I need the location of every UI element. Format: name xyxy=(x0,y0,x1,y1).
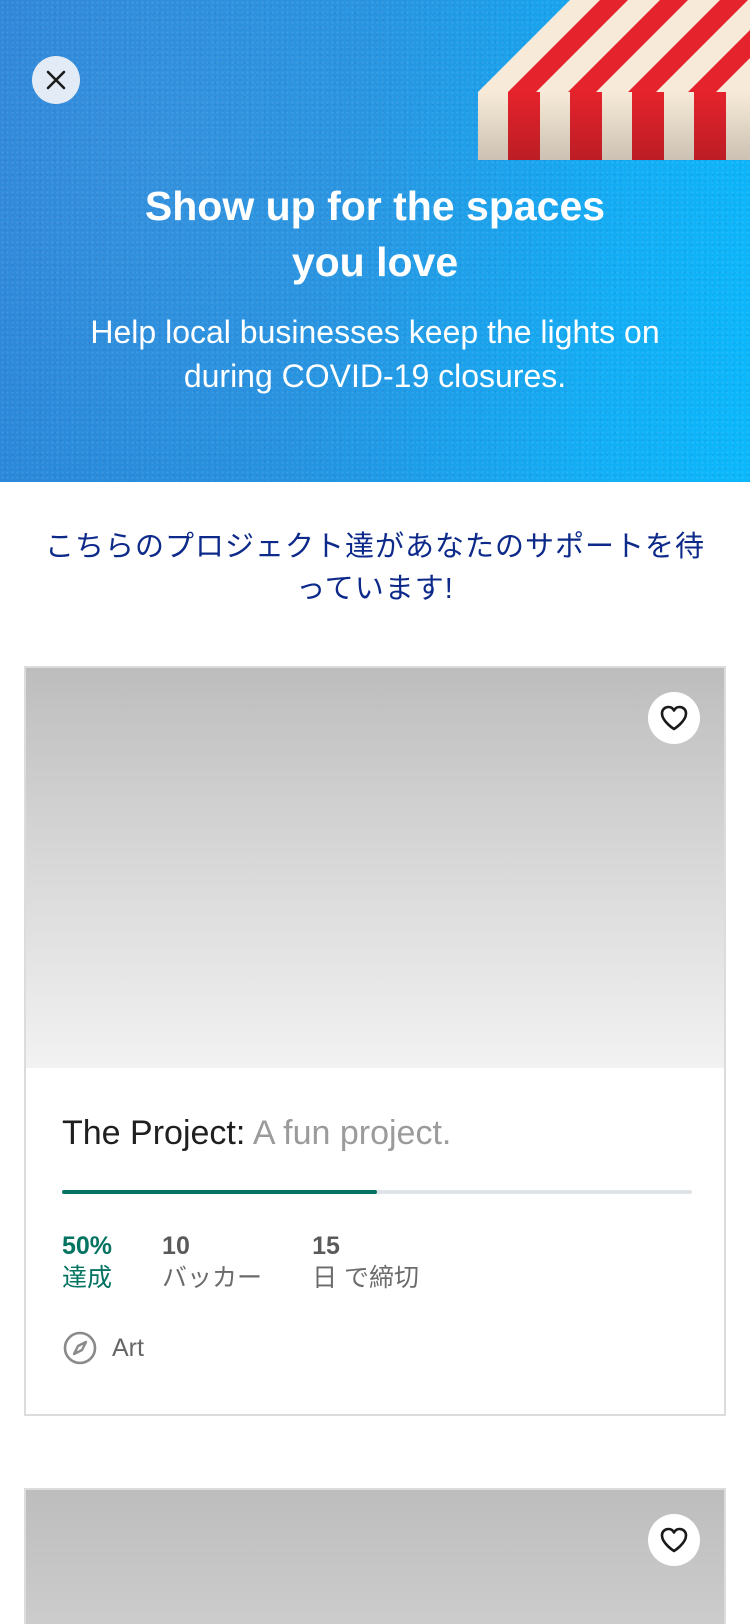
hero-title: Show up for the spaces you love xyxy=(144,183,606,285)
funding-progress-fill xyxy=(62,1190,377,1194)
favorite-button[interactable] xyxy=(648,692,700,744)
stat-backers-value: 10 xyxy=(162,1232,190,1260)
hero-subtitle: Help local businesses keep the lights on… xyxy=(90,314,660,394)
compass-icon xyxy=(63,1331,97,1365)
stat-funded: 50% 達成 xyxy=(62,1230,112,1294)
awning-illustration xyxy=(478,0,750,160)
project-card[interactable] xyxy=(24,1488,726,1624)
close-button[interactable] xyxy=(32,56,80,104)
project-image[interactable] xyxy=(26,668,724,1068)
project-stats: 50% 達成 10 バッカー 15 日 で締切 xyxy=(62,1230,469,1294)
funding-progress-bar xyxy=(62,1190,692,1194)
project-name: The Project: xyxy=(62,1114,246,1152)
stat-days-value: 15 xyxy=(312,1232,340,1260)
category-link[interactable]: Art xyxy=(62,1330,144,1366)
project-image[interactable] xyxy=(26,1490,724,1624)
project-title[interactable]: The Project: A fun project. xyxy=(62,1112,451,1154)
heart-icon xyxy=(660,705,688,731)
close-icon xyxy=(46,70,66,90)
favorite-button[interactable] xyxy=(648,1514,700,1566)
hero-banner: Show up for the spaces you love Help loc… xyxy=(0,0,750,482)
project-card[interactable]: The Project: A fun project. 50% 達成 10 バッ… xyxy=(24,666,726,1416)
heart-icon xyxy=(660,1527,688,1553)
stat-funded-value: 50% xyxy=(62,1232,113,1260)
stat-days-left: 15 日 で締切 xyxy=(312,1230,419,1294)
stat-funded-label: 達成 xyxy=(62,1264,113,1292)
section-heading: こちらのプロジェクト達があなたのサポートを待っています! xyxy=(44,531,705,605)
stat-days-label: 日 で締切 xyxy=(312,1264,420,1292)
stat-backers: 10 バッカー xyxy=(162,1230,262,1294)
stat-backers-label: バッカー xyxy=(162,1264,263,1292)
project-blurb: A fun project. xyxy=(245,1114,452,1152)
category-label: Art xyxy=(112,1333,144,1362)
